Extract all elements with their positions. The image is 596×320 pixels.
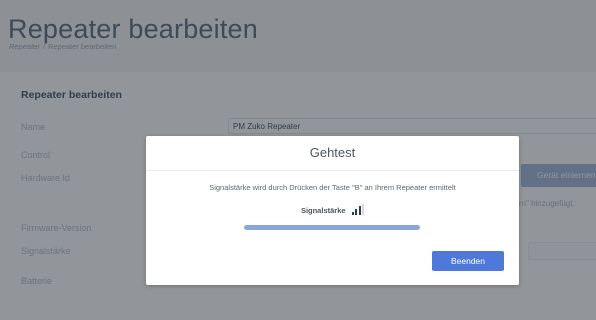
modal-divider	[146, 170, 519, 171]
signal-strength-label: Signalstärke	[300, 206, 346, 215]
signal-strength-icon	[351, 204, 365, 215]
signal-bar	[351, 212, 354, 215]
signal-bar	[355, 209, 358, 215]
signal-strength-row: Signalstärke	[146, 204, 519, 215]
modal-title: Gehtest	[309, 145, 356, 160]
signal-bar	[362, 204, 365, 215]
signal-bar	[358, 206, 361, 215]
modal-message: Signalstärke wird durch Drücken der Tast…	[209, 183, 456, 192]
finish-button[interactable]: Beenden	[432, 251, 504, 271]
progress-bar	[244, 225, 420, 230]
walk-test-modal: Gehtest Signalstärke wird durch Drücken …	[146, 136, 519, 285]
progress-fill	[244, 225, 420, 230]
